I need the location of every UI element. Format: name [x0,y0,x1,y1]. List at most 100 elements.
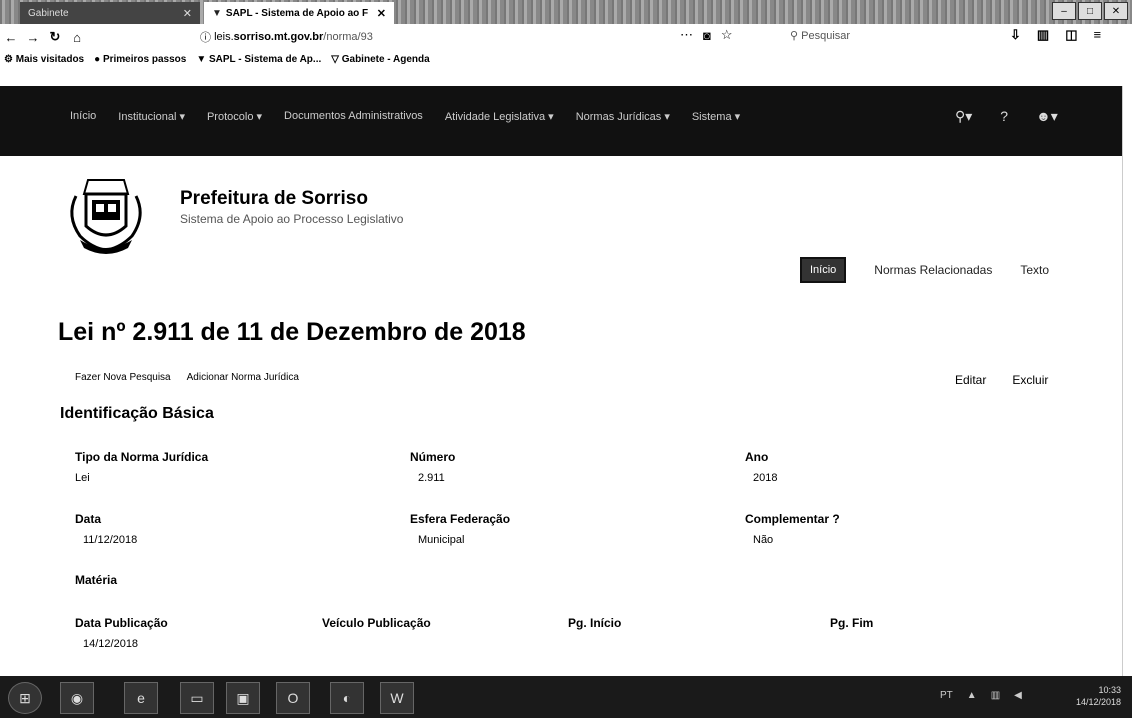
back-icon[interactable]: ← [0,30,22,45]
new-search-link[interactable]: Fazer Nova Pesquisa [75,372,171,383]
forward-icon[interactable]: → [22,30,44,45]
url-prefix: leis. [214,31,234,43]
tab-texto[interactable]: Texto [1020,263,1049,277]
sorriso-crest-logo [58,166,154,262]
windows-taskbar: ⊞ ◉ e ▭ ▣ O ◐ W PT ▲ ▥ ◀ 10:33 14/12/201… [0,676,1132,718]
edit-button[interactable]: Editar [955,373,986,387]
field-label: Matéria [75,573,118,587]
file-explorer-icon[interactable]: ▭ [180,682,214,714]
bookmark-label: SAPL - Sistema de Ap... [209,53,322,65]
browser-tab-bar: Gabinete ✕ ▼ SAPL - Sistema de Apoio ao … [0,0,1132,24]
nav-item-documentos[interactable]: Documentos Administrativos [284,110,423,123]
pocket-icon[interactable]: ◙ [703,28,711,43]
download-icon[interactable]: ⇩ [1010,27,1021,43]
page-scrollbar[interactable] [1122,86,1132,676]
bookmark-mais-visitados[interactable]: ⚙ Mais visitados [4,54,84,65]
brand-subtitle: Sistema de Apoio ao Processo Legislativo [180,212,404,226]
site-nav-icons: ⚲▾ ? ☻▾ [955,108,1058,125]
tab-inicio[interactable]: Início [800,257,847,283]
field-value: 2018 [753,472,778,484]
nav-item-atividade[interactable]: Atividade Legislativa ▾ [445,110,554,123]
field-value: 14/12/2018 [83,638,139,650]
delete-button[interactable]: Excluir [1012,373,1048,387]
media-player-icon[interactable]: ◉ [60,682,94,714]
field-label: Pg. Início [568,616,622,630]
field-veiculo: Veículo Publicação [322,616,431,630]
field-label: Data Publicação [75,616,168,630]
toolbar-right: ⇩ ▥ ◫ ≡ [1010,27,1101,43]
tab-gabinete[interactable]: Gabinete ✕ [20,2,200,24]
nav-item-normas[interactable]: Normas Jurídicas ▾ [576,110,670,123]
volume-icon[interactable]: ◀ [1014,690,1022,701]
more-icon[interactable]: ⋯ [680,27,693,43]
nav-item-institucional[interactable]: Institucional ▾ [118,110,185,123]
nav-item-sistema[interactable]: Sistema ▾ [692,110,740,123]
search-input[interactable]: ⚲ Pesquisar [790,29,850,42]
language-icon[interactable]: PT [940,690,953,701]
field-pg-inicio: Pg. Início [568,616,621,630]
info-icon: ⓘ [200,32,215,44]
tab-normas-relacionadas[interactable]: Normas Relacionadas [874,263,992,277]
user-icon[interactable]: ☻▾ [1036,108,1058,125]
window-controls: – □ ✕ [1052,2,1128,20]
norma-tabs: Início Normas Relacionadas Texto [800,257,1049,283]
close-window-icon[interactable]: ✕ [1104,2,1128,20]
clock-date: 14/12/2018 [1076,697,1122,707]
maximize-icon[interactable]: □ [1078,2,1102,20]
actions-left: Fazer Nova Pesquisa Adicionar Norma Jurí… [75,372,299,383]
bookmark-primeiros-passos[interactable]: ● Primeiros passos [94,54,186,65]
url-bar[interactable]: ⓘ leis. sorriso.mt.gov.br/norma/93 [200,27,500,47]
field-value: Lei [75,472,90,484]
field-label: Tipo da Norma Jurídica [75,450,209,464]
menu-icon[interactable]: ≡ [1094,27,1102,43]
tab-label: SAPL - Sistema de Apoio ao F [225,7,369,19]
field-label: Veículo Publicação [322,616,431,630]
outlook-icon[interactable]: O [276,682,310,714]
media-icon[interactable]: ▣ [226,682,260,714]
help-icon[interactable]: ? [1000,108,1008,125]
network-icon[interactable]: ▥ [991,690,1000,701]
field-label: Pg. Fim [830,616,874,630]
clock[interactable]: 10:33 14/12/2018 [1076,684,1121,708]
field-value: Municipal [418,534,465,546]
reload-icon[interactable]: ↻ [44,29,66,45]
site-nav: Início Institucional ▾ Protocolo ▾ Docum… [0,86,1122,156]
close-icon[interactable]: ✕ [183,7,192,20]
minimize-icon[interactable]: – [1052,2,1076,20]
tab-sapl[interactable]: ▼ SAPL - Sistema de Apoio ao F ✕ [204,2,394,24]
field-value: 11/12/2018 [83,534,138,546]
url-actions: ⋯ ◙ ☆ [680,27,733,43]
field-label: Esfera Federação [410,512,511,526]
field-label: Ano [745,450,769,464]
field-esfera: Esfera Federação Municipal [410,512,510,546]
library-icon[interactable]: ▥ [1037,27,1049,43]
field-tipo: Tipo da Norma Jurídica Lei [75,450,208,484]
brand-title: Prefeitura de Sorriso [180,188,368,209]
internet-explorer-icon[interactable]: e [124,682,158,714]
home-icon[interactable]: ⌂ [66,30,88,45]
bookmarks-bar: ⚙ Mais visitados ● Primeiros passos ▼ SA… [0,50,1132,68]
bookmark-sapl[interactable]: ▼ SAPL - Sistema de Ap... [196,54,321,65]
bookmark-gabinete[interactable]: ▽ Gabinete - Agenda [331,54,429,65]
field-value: 2.911 [418,472,445,484]
sapl-favicon-icon: ▼ [212,7,222,19]
bookmark-star-icon[interactable]: ☆ [721,27,733,43]
add-norma-link[interactable]: Adicionar Norma Jurídica [187,372,299,383]
field-label: Complementar ? [745,512,840,526]
nav-item-inicio[interactable]: Início [70,110,96,123]
sidebar-icon[interactable]: ◫ [1065,27,1077,43]
nav-item-protocolo[interactable]: Protocolo ▾ [207,110,262,123]
start-icon[interactable]: ⊞ [8,682,42,714]
firefox-icon[interactable]: ◐ [330,682,364,714]
field-data: Data 11/12/2018 [75,512,137,546]
bookmark-label: Primeiros passos [102,53,187,65]
section-title: Identificação Básica [60,405,214,422]
browser-nav-bar: ← → ↻ ⌂ ⓘ leis. sorriso.mt.gov.br/norma/9… [0,24,1132,50]
word-icon[interactable]: W [380,682,414,714]
bookmark-label: Gabinete - Agenda [341,53,430,65]
field-numero: Número 2.911 [410,450,455,484]
close-icon[interactable]: ✕ [377,7,386,20]
search-icon[interactable]: ⚲▾ [955,108,972,125]
url-domain: sorriso.mt.gov.br [233,31,324,43]
notification-icon[interactable]: ▲ [967,690,977,701]
